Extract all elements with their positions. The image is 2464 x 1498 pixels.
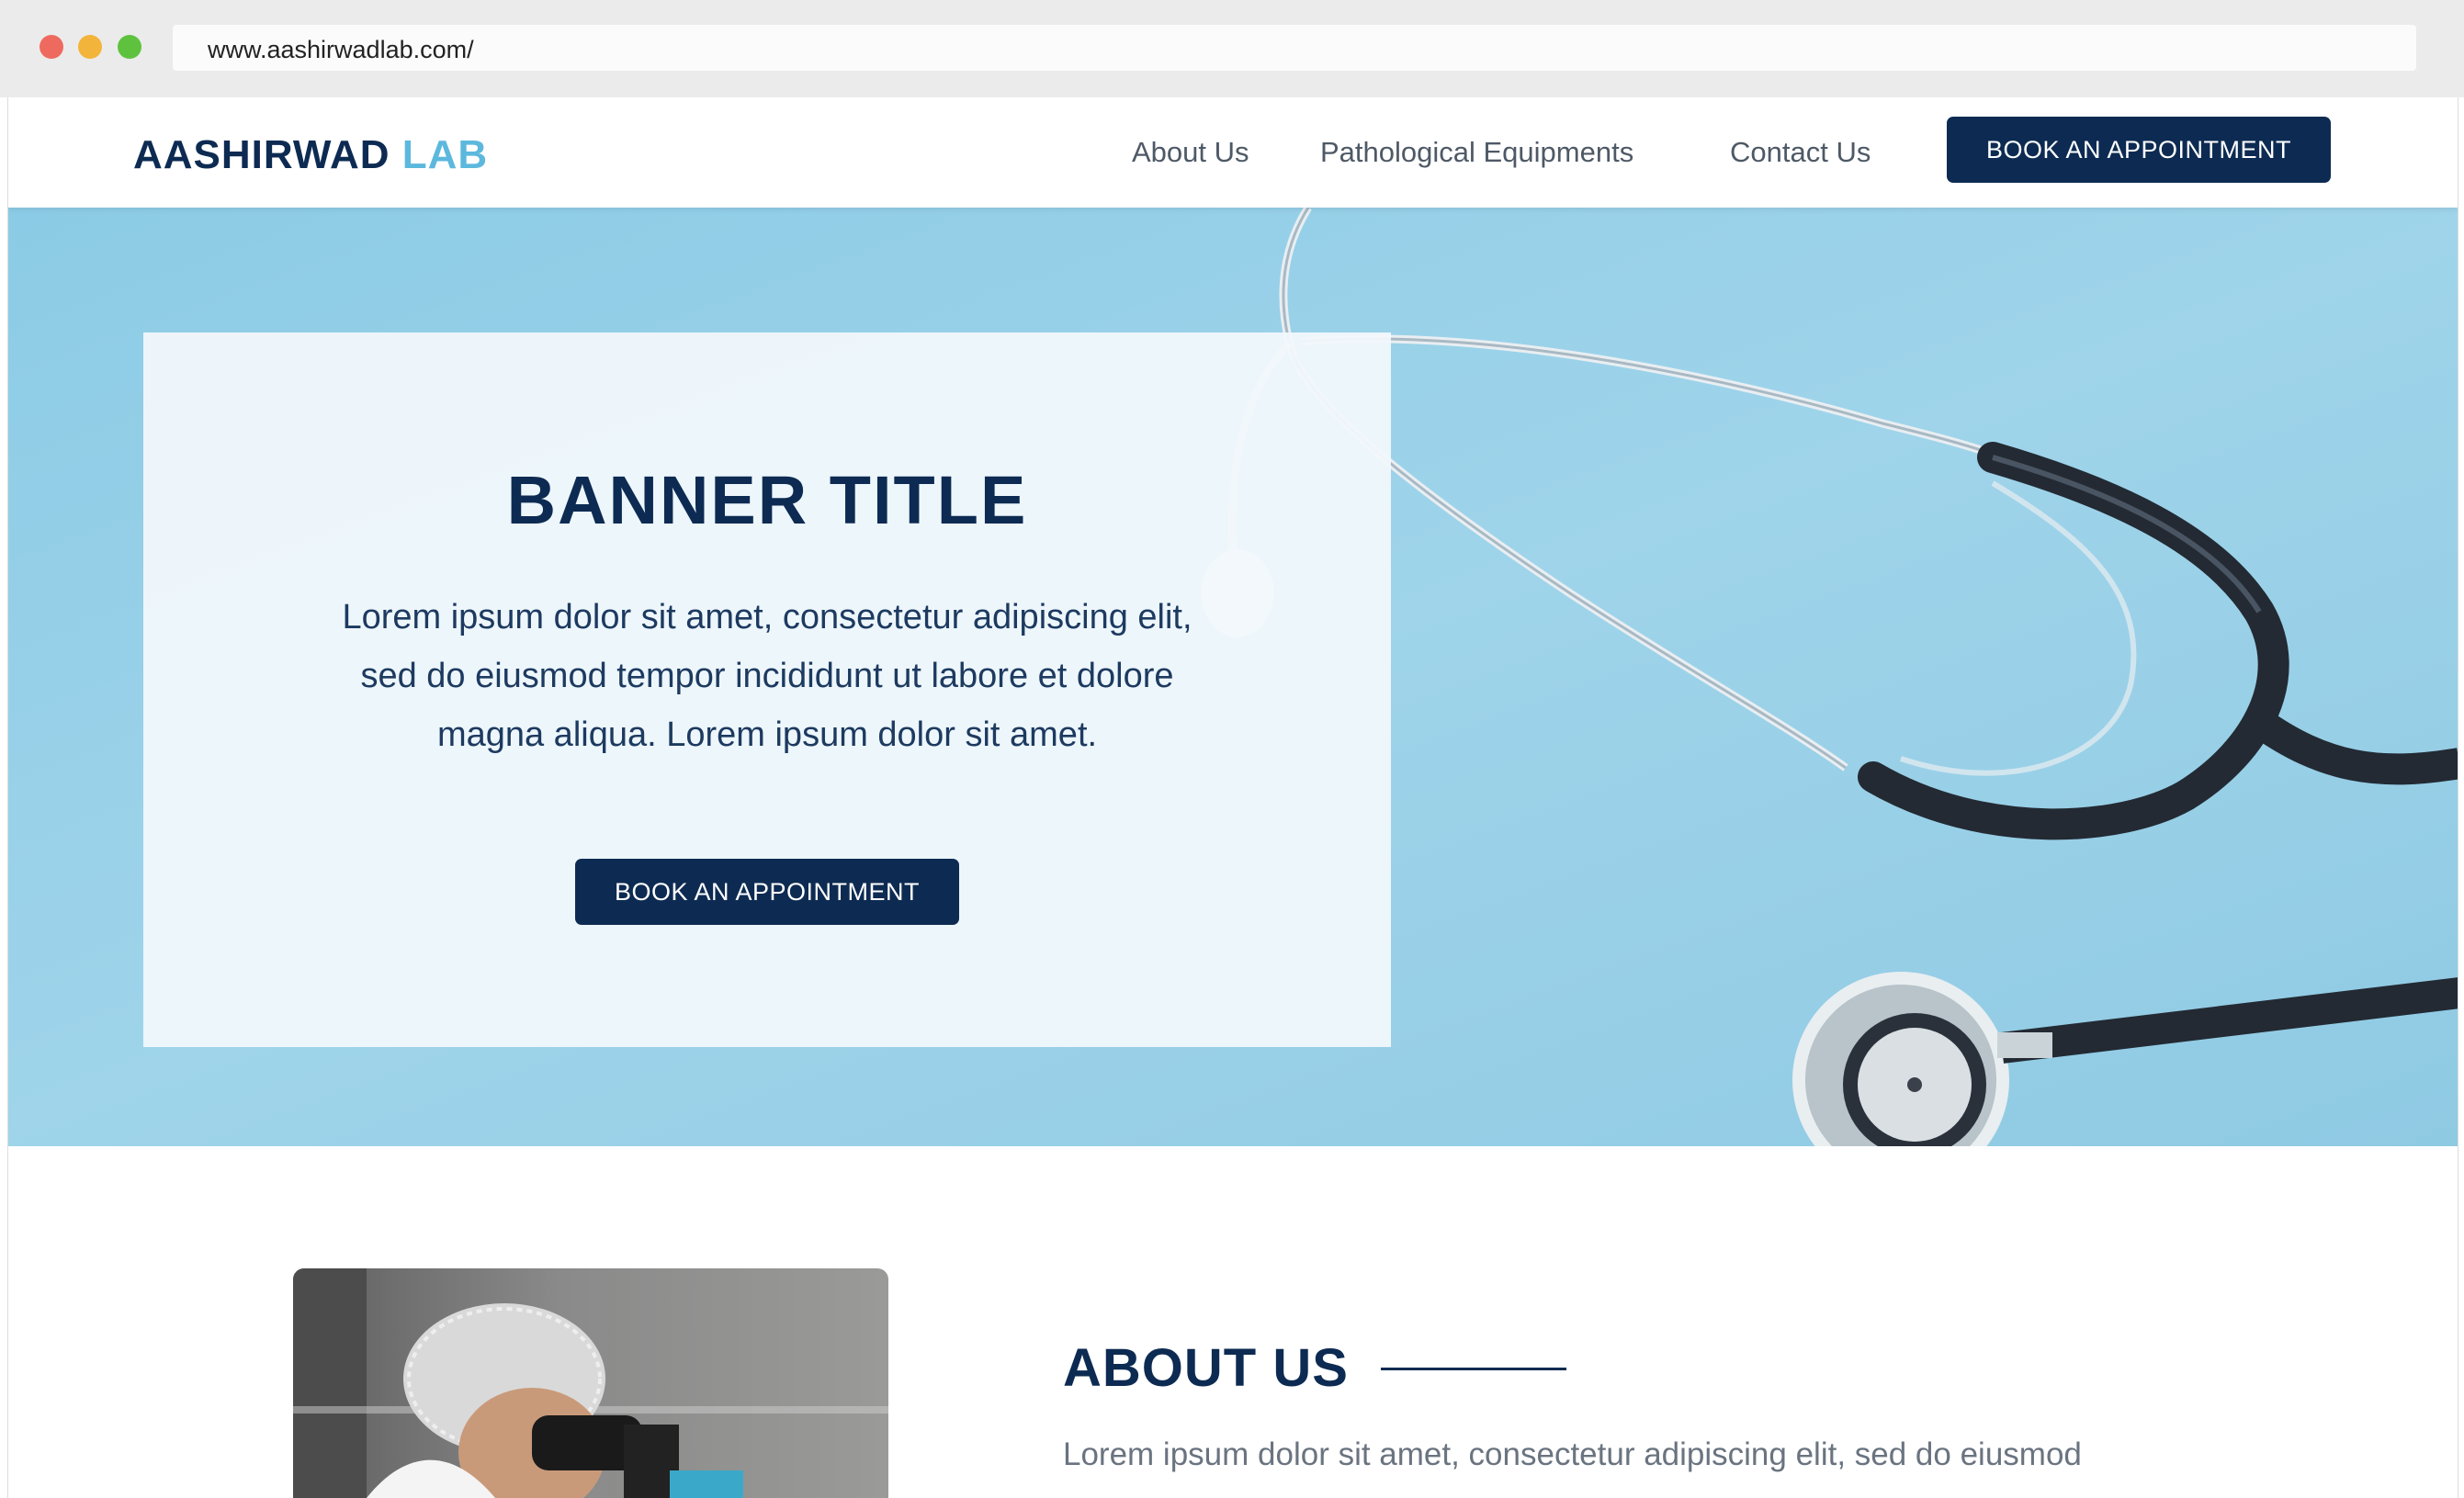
top-navigation: AASHIRWAD LAB About Us Pathological Equi… bbox=[8, 97, 2458, 208]
close-window-icon[interactable] bbox=[40, 35, 63, 59]
address-bar[interactable]: www.aashirwadlab.com/ bbox=[173, 25, 2416, 71]
banner-card: BANNER TITLE Lorem ipsum dolor sit amet,… bbox=[143, 332, 1391, 1047]
nav-book-appointment-button[interactable]: BOOK AN APPOINTMENT bbox=[1947, 117, 2331, 183]
address-bar-url: www.aashirwadlab.com/ bbox=[208, 36, 474, 63]
banner-book-appointment-button[interactable]: BOOK AN APPOINTMENT bbox=[575, 859, 959, 925]
logo-text-primary: AASHIRWAD bbox=[133, 132, 390, 177]
banner-title: BANNER TITLE bbox=[506, 462, 1028, 538]
banner-description: Lorem ipsum dolor sit amet, consectetur … bbox=[342, 598, 1192, 754]
maximize-window-icon[interactable] bbox=[118, 35, 141, 59]
web-page: AASHIRWAD LAB About Us Pathological Equi… bbox=[7, 97, 2458, 1498]
hero-banner: BANNER TITLE Lorem ipsum dolor sit amet,… bbox=[8, 208, 2458, 1146]
nav-link-about-us[interactable]: About Us bbox=[1132, 136, 1249, 169]
minimize-window-icon[interactable] bbox=[78, 35, 102, 59]
heading-divider-line bbox=[1381, 1368, 1566, 1370]
nav-link-contact-us[interactable]: Contact Us bbox=[1730, 136, 1871, 169]
about-us-heading: ABOUT US bbox=[1063, 1338, 1349, 1398]
browser-chrome: www.aashirwadlab.com/ bbox=[0, 0, 2464, 97]
logo-text-accent: LAB bbox=[401, 132, 489, 177]
site-logo[interactable]: AASHIRWAD LAB bbox=[133, 132, 488, 178]
lab-technician-image bbox=[293, 1268, 888, 1498]
microscope-scene-image bbox=[293, 1268, 888, 1498]
nav-link-pathological-equipments[interactable]: Pathological Equipments bbox=[1320, 136, 1633, 169]
about-us-description: Lorem ipsum dolor sit amet, consectetur … bbox=[1063, 1436, 2082, 1472]
